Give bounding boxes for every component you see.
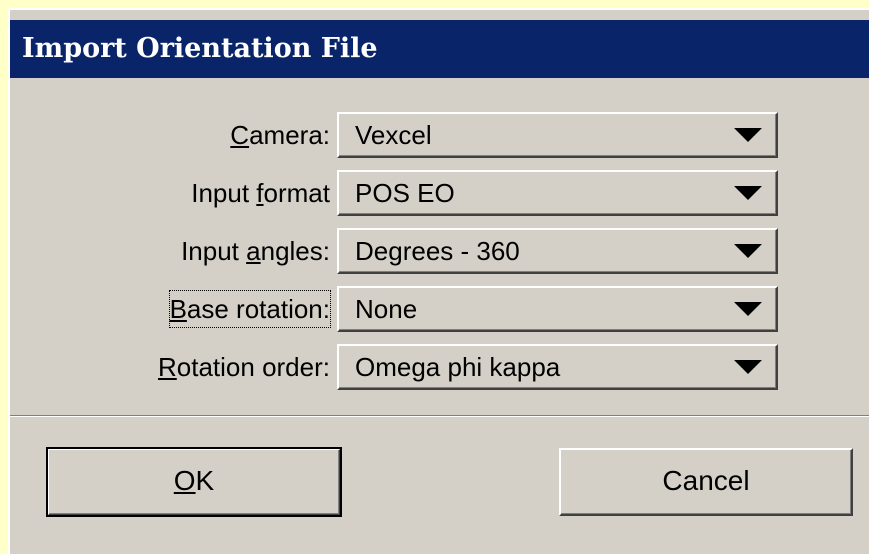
input-format-label-accesskey: f <box>256 178 264 208</box>
input-format-select-value: POS EO <box>355 178 455 208</box>
input-angles-label-accesskey: a <box>246 236 261 266</box>
camera-label-row: Camera: <box>0 112 330 158</box>
input-angles-label: Input angles: <box>181 236 330 266</box>
base-rotation-label-accesskey: B <box>169 294 187 324</box>
rotation-order-select-value: Omega phi kappa <box>355 352 561 382</box>
dialog-separator <box>10 415 869 417</box>
ok-button[interactable]: OK <box>46 447 342 517</box>
input-angles-select[interactable]: Degrees - 360 <box>337 228 778 274</box>
focus-rectangle: Base rotation: <box>168 290 332 328</box>
camera-label: Camera: <box>230 120 330 150</box>
camera-label-accesskey: C <box>230 120 250 150</box>
chevron-down-icon[interactable] <box>734 128 762 142</box>
input-format-label: Input format <box>191 178 330 208</box>
base-rotation-label: Base rotation: <box>10 286 332 332</box>
rotation-order-label-accesskey: R <box>158 352 177 382</box>
input-format-select[interactable]: POS EO <box>337 170 778 216</box>
dialog-title: Import Orientation File <box>10 20 869 78</box>
chevron-down-icon[interactable] <box>734 302 762 316</box>
rotation-order-select[interactable]: Omega phi kappa <box>337 344 778 390</box>
chevron-down-icon[interactable] <box>734 186 762 200</box>
base-rotation-select[interactable]: None <box>337 286 778 332</box>
input-format-label-row: Input format <box>0 170 330 216</box>
camera-select[interactable]: Vexcel <box>337 112 778 158</box>
input-angles-select-value: Degrees - 360 <box>355 236 520 266</box>
chevron-down-icon[interactable] <box>734 244 762 258</box>
input-angles-label-row: Input angles: <box>0 228 330 274</box>
base-rotation-label-row: Base rotation: <box>0 286 332 332</box>
rotation-order-label: Rotation order: <box>158 352 330 382</box>
camera-select-value: Vexcel <box>355 120 432 150</box>
chevron-down-icon[interactable] <box>734 360 762 374</box>
rotation-order-label-row: Rotation order: <box>0 344 330 390</box>
base-rotation-select-value: None <box>355 294 418 324</box>
cancel-button[interactable]: Cancel <box>559 448 853 516</box>
